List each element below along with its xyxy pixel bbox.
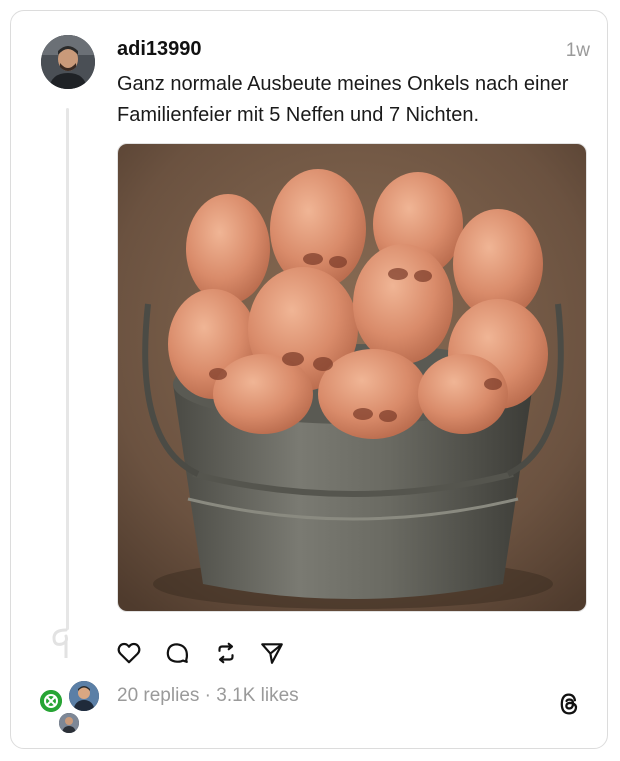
- repost-button[interactable]: [213, 640, 239, 666]
- like-button[interactable]: [116, 640, 142, 666]
- replies-count[interactable]: 20 replies: [117, 685, 199, 706]
- thread-line: [66, 108, 69, 630]
- repost-icon: [218, 642, 234, 664]
- replier-avatar[interactable]: [57, 711, 81, 735]
- post-stats: 20 replies · 3.1K likes: [117, 685, 299, 707]
- send-icon: [261, 643, 283, 664]
- post-text: Ganz normale Ausbeute meines Onkels nach…: [117, 73, 569, 126]
- reply-button[interactable]: [164, 640, 190, 666]
- replier-avatar[interactable]: [67, 679, 101, 713]
- likes-count[interactable]: 3.1K likes: [216, 685, 298, 706]
- replier-avatar[interactable]: [38, 688, 64, 714]
- post-timestamp: 1w: [565, 40, 590, 61]
- thread-hook: [52, 628, 68, 658]
- author-avatar[interactable]: [41, 35, 95, 89]
- threads-logo-icon[interactable]: [556, 690, 582, 718]
- author-username[interactable]: adi13990: [117, 38, 202, 61]
- post-image[interactable]: [117, 143, 587, 612]
- share-button[interactable]: [259, 640, 285, 666]
- stats-separator: ·: [204, 685, 211, 706]
- comment-icon: [166, 643, 189, 663]
- heart-icon: [117, 642, 141, 664]
